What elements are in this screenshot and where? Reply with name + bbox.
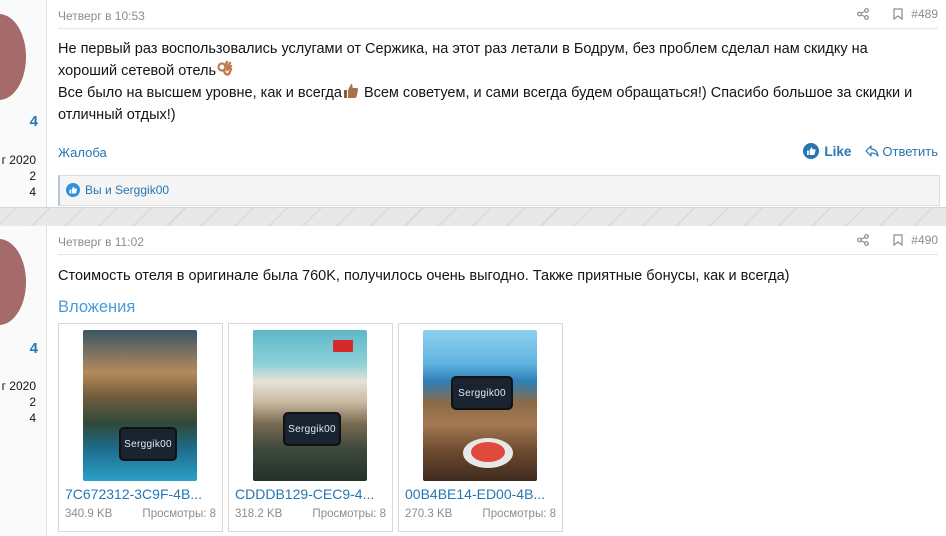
post-header: Четверг в 11:02 #490	[58, 226, 938, 255]
avatar[interactable]	[0, 239, 26, 325]
post-date[interactable]: Четверг в 11:02	[58, 235, 144, 249]
reply-icon	[865, 145, 880, 157]
user-stat-messages: 2	[29, 169, 36, 183]
attachment-filename[interactable]: 00B4BE14-ED00-4B...	[405, 486, 557, 502]
reply-label: Ответить	[882, 143, 938, 159]
post-text-fragment: Всем советуем, и сами всегда будем обращ…	[359, 85, 913, 101]
attachment-size: 318.2 KB	[235, 508, 283, 520]
phone-text: Serggik00	[288, 423, 336, 435]
post-header: Четверг в 10:53 #489	[58, 0, 938, 29]
attachment-thumbnail[interactable]: Serggik00	[253, 330, 367, 481]
post-text-line: отличный отдых!)	[58, 107, 176, 123]
phone-in-photo: Serggik00	[283, 412, 341, 446]
bookmark-icon[interactable]	[893, 8, 903, 20]
phone-text: Serggik00	[458, 387, 506, 399]
post-489: 4 г 2020 2 4 Четверг в 10:53 #489 Не пер…	[0, 0, 946, 207]
post-number[interactable]: #490	[911, 233, 938, 247]
attachment-filename[interactable]: CDDDB129-CEC9-4...	[235, 486, 387, 502]
user-stat-joined: г 2020	[1, 153, 36, 167]
user-stat-joined: г 2020	[1, 379, 36, 393]
post-separator	[0, 207, 946, 227]
username[interactable]: 4	[30, 113, 38, 130]
reply-button[interactable]: Ответить	[865, 144, 938, 159]
ok-hand-emoji-icon	[217, 60, 233, 76]
post-text-fragment: хороший сетевой отель	[58, 63, 217, 79]
post-text-line: Не первый раз воспользовались услугами о…	[58, 41, 868, 57]
watermelon-in-photo	[471, 442, 505, 462]
avatar[interactable]	[0, 14, 26, 100]
thumbs-up-emoji-icon	[343, 84, 359, 98]
thumbs-up-icon	[803, 143, 820, 159]
post-body: Стоимость отеля в оригинале была 760K, п…	[58, 268, 790, 284]
attachment-size: 270.3 KB	[405, 508, 453, 520]
thumbs-up-icon	[66, 183, 80, 197]
user-sidebar: 4 г 2020 2 4	[0, 0, 47, 207]
user-stat-reactions: 4	[29, 411, 36, 425]
post-body: Не первый раз воспользовались услугами о…	[58, 38, 936, 126]
like-label: Like	[824, 143, 852, 159]
attachment-views: Просмотры: 8	[312, 508, 386, 520]
attachment-thumbnail[interactable]: Serggik00	[83, 330, 197, 481]
user-stat-reactions: 4	[29, 185, 36, 199]
post-date[interactable]: Четверг в 10:53	[58, 9, 145, 23]
post-text-fragment: Все было на высшем уровне, как и всегда	[58, 85, 342, 101]
user-stat-messages: 2	[29, 395, 36, 409]
post-text-line: хороший сетевой отель	[58, 60, 936, 82]
attachment-card[interactable]: Serggik00 00B4BE14-ED00-4B... 270.3 KB Пр…	[398, 323, 563, 532]
share-icon[interactable]	[857, 8, 870, 20]
attachment-card[interactable]: Serggik00 CDDDB129-CEC9-4... 318.2 KB Про…	[228, 323, 393, 532]
username[interactable]: 4	[30, 340, 38, 357]
turkey-flag-icon	[333, 340, 353, 352]
reactions-list-link[interactable]: Вы и Serggik00	[85, 183, 169, 197]
phone-text: Serggik00	[124, 438, 172, 450]
attachment-filename[interactable]: 7C672312-3C9F-4B...	[65, 486, 217, 502]
attachment-card[interactable]: Serggik00 7C672312-3C9F-4B... 340.9 KB Пр…	[58, 323, 223, 532]
attachment-views: Просмотры: 8	[482, 508, 556, 520]
reactions-bar: Вы и Serggik00	[58, 175, 940, 206]
phone-in-photo: Serggik00	[451, 376, 513, 410]
post-text-line: Все было на высшем уровне, как и всегда …	[58, 82, 936, 104]
post-number[interactable]: #489	[911, 7, 938, 21]
report-link[interactable]: Жалоба	[58, 145, 107, 160]
attachment-thumbnail[interactable]: Serggik00	[423, 330, 537, 481]
phone-in-photo: Serggik00	[119, 427, 177, 461]
attachments-title: Вложения	[58, 298, 136, 316]
attachment-views: Просмотры: 8	[142, 508, 216, 520]
share-icon[interactable]	[857, 234, 870, 246]
user-sidebar: 4 г 2020 2 4	[0, 226, 47, 536]
attachment-size: 340.9 KB	[65, 508, 113, 520]
post-490: 4 г 2020 2 4 Четверг в 11:02 #490 Стоимо…	[0, 226, 946, 536]
bookmark-icon[interactable]	[893, 234, 903, 246]
like-button[interactable]: Like	[803, 143, 851, 159]
